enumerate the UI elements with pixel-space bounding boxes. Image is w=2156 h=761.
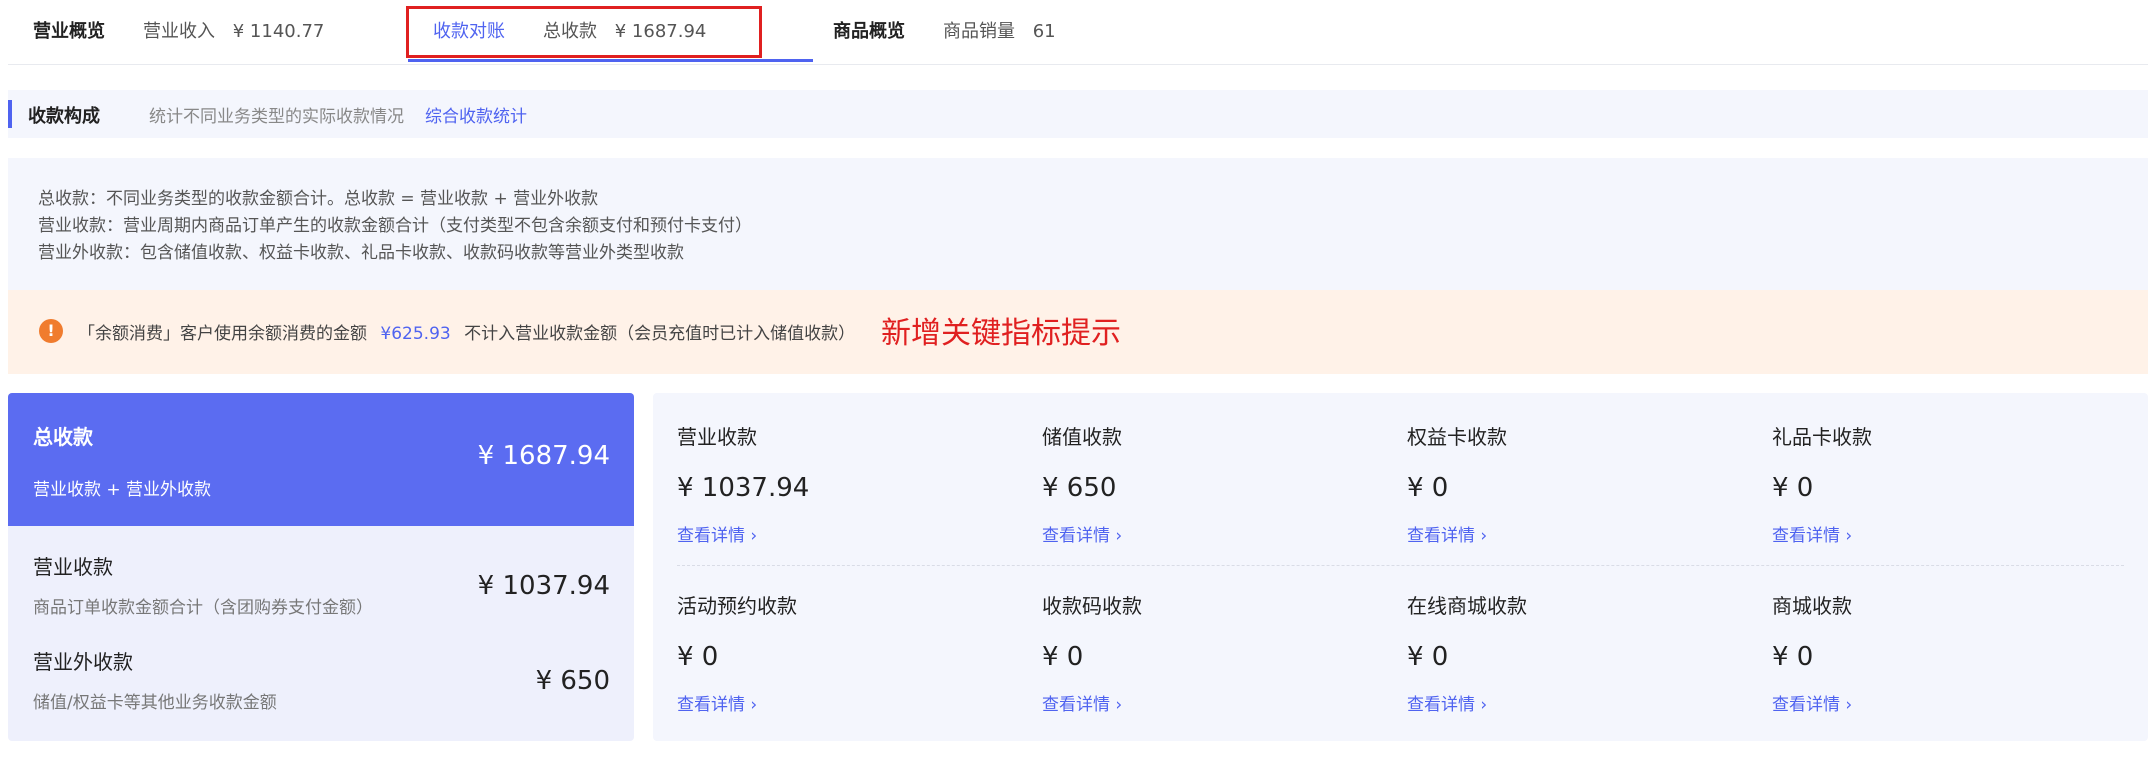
metric-value: ¥ 0 <box>1772 642 1814 672</box>
non-operating-title: 营业外收款 <box>33 650 133 674</box>
total-collection-card: 总收款 营业收款 + 营业外收款 ¥ 1687.94 <box>8 393 634 526</box>
view-details-link[interactable]: 查看详情 › <box>677 690 757 715</box>
metric-card: 收款码收款 ¥ 0 查看详情 › <box>1042 590 1382 730</box>
metric-value: ¥ 0 <box>677 642 719 672</box>
note-non-operating: 营业外收款：包含储值收款、权益卡收款、礼品卡收款、收款码收款等营业外类型收款 <box>38 243 684 263</box>
active-tab-indicator <box>408 59 813 62</box>
tab-business-overview[interactable]: 营业概览 <box>33 20 105 44</box>
note-total: 总收款：不同业务类型的收款金额合计。总收款 = 营业收款 + 营业外收款 <box>38 189 599 209</box>
summary-panel: 总收款 营业收款 + 营业外收款 ¥ 1687.94 营业收款 商品订单收款金额… <box>8 393 634 741</box>
highlight-box <box>406 6 762 58</box>
alert-amount: ¥625.93 <box>380 324 451 344</box>
overall-stats-link[interactable]: 综合收款统计 <box>425 102 527 127</box>
definitions-box: 总收款：不同业务类型的收款金额合计。总收款 = 营业收款 + 营业外收款 营业收… <box>8 158 2148 290</box>
metric-value: ¥ 1037.94 <box>677 473 810 503</box>
tab-metric-value: 61 <box>1032 21 1056 42</box>
tab-product-overview[interactable]: 商品概览 <box>833 20 905 44</box>
view-details-link[interactable]: 查看详情 › <box>1407 521 1487 546</box>
metric-title: 权益卡收款 <box>1407 425 1507 449</box>
non-operating-value: ¥ 650 <box>535 666 610 696</box>
metric-value: ¥ 0 <box>1772 473 1814 503</box>
metric-title: 营业收款 <box>677 425 757 449</box>
alert-prefix: 「余额消费」客户使用余额消费的金额 <box>78 324 367 344</box>
view-details-link[interactable]: 查看详情 › <box>1042 690 1122 715</box>
metric-card: 在线商城收款 ¥ 0 查看详情 › <box>1407 590 1747 730</box>
tab-product-overview-metric: 商品销量 61 <box>943 20 1056 44</box>
metric-card: 权益卡收款 ¥ 0 查看详情 › <box>1407 421 1747 561</box>
total-title: 总收款 <box>33 425 93 449</box>
total-subtitle: 营业收款 + 营业外收款 <box>33 480 212 500</box>
view-details-link[interactable]: 查看详情 › <box>1772 690 1852 715</box>
operating-title: 营业收款 <box>33 555 113 579</box>
operating-description: 商品订单收款金额合计（含团购券支付金额） <box>33 598 373 618</box>
metric-card: 商城收款 ¥ 0 查看详情 › <box>1772 590 2112 730</box>
non-operating-description: 储值/权益卡等其他业务收款金额 <box>33 693 277 713</box>
total-value: ¥ 1687.94 <box>477 441 610 471</box>
metric-title: 在线商城收款 <box>1407 594 1527 618</box>
top-tabs: 营业概览 营业收入 ¥ 1140.77 收款对账 总收款 ¥ 1687.94 商… <box>8 0 2148 65</box>
metric-value: ¥ 650 <box>1042 473 1117 503</box>
tab-title: 营业概览 <box>33 21 105 42</box>
metric-card: 营业收款 ¥ 1037.94 查看详情 › <box>677 421 1017 561</box>
tab-title: 商品概览 <box>833 21 905 42</box>
metric-value: ¥ 0 <box>1407 642 1449 672</box>
grid-divider <box>677 565 2124 566</box>
view-details-link[interactable]: 查看详情 › <box>677 521 757 546</box>
collection-breakdown-grid: 营业收款 ¥ 1037.94 查看详情 › 储值收款 ¥ 650 查看详情 › … <box>653 393 2148 741</box>
tab-metric-label: 商品销量 <box>943 21 1015 42</box>
metric-value: ¥ 0 <box>1407 473 1449 503</box>
section-description: 统计不同业务类型的实际收款情况 <box>149 107 404 127</box>
note-operating: 营业收款：营业周期内商品订单产生的收款金额合计（支付类型不包含余额支付和预付卡支… <box>38 216 752 236</box>
metric-card: 储值收款 ¥ 650 查看详情 › <box>1042 421 1382 561</box>
metric-title: 储值收款 <box>1042 425 1122 449</box>
balance-consumption-alert: ! 「余额消费」客户使用余额消费的金额 ¥625.93 不计入营业收款金额（会员… <box>8 290 2148 374</box>
metric-title: 商城收款 <box>1772 594 1852 618</box>
metric-card: 礼品卡收款 ¥ 0 查看详情 › <box>1772 421 2112 561</box>
view-details-link[interactable]: 查看详情 › <box>1042 521 1122 546</box>
tab-metric-label: 营业收入 <box>143 21 215 42</box>
metric-title: 礼品卡收款 <box>1772 425 1872 449</box>
view-details-link[interactable]: 查看详情 › <box>1772 521 1852 546</box>
view-details-link[interactable]: 查看详情 › <box>1407 690 1487 715</box>
section-title: 收款构成 <box>28 106 100 127</box>
non-operating-collection-row: 营业外收款 储值/权益卡等其他业务收款金额 ¥ 650 <box>8 646 634 736</box>
metric-value: ¥ 0 <box>1042 642 1084 672</box>
warning-icon: ! <box>39 319 63 343</box>
metric-title: 收款码收款 <box>1042 594 1142 618</box>
alert-text: 「余额消费」客户使用余额消费的金额 ¥625.93 不计入营业收款金额（会员充值… <box>78 319 855 344</box>
tab-metric-value: ¥ 1140.77 <box>232 21 325 42</box>
metric-title: 活动预约收款 <box>677 594 797 618</box>
section-accent-bar <box>8 100 12 128</box>
annotation-text: 新增关键指标提示 <box>881 316 1121 351</box>
operating-collection-row: 营业收款 商品订单收款金额合计（含团购券支付金额） ¥ 1037.94 <box>8 551 634 641</box>
tab-business-overview-metric: 营业收入 ¥ 1140.77 <box>143 20 324 44</box>
section-header: 收款构成 统计不同业务类型的实际收款情况 综合收款统计 <box>8 90 2148 138</box>
metric-card: 活动预约收款 ¥ 0 查看详情 › <box>677 590 1017 730</box>
alert-suffix: 不计入营业收款金额（会员充值时已计入储值收款） <box>464 324 856 344</box>
operating-value: ¥ 1037.94 <box>477 571 610 601</box>
